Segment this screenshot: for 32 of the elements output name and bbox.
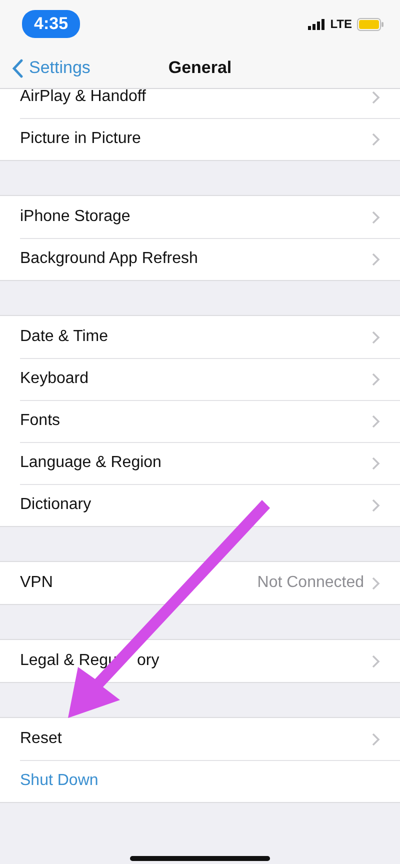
row-value: Not Connected: [257, 574, 364, 592]
chevron-icon: [372, 456, 380, 470]
settings-row[interactable]: Language & Region: [20, 454, 372, 472]
chevron-icon: [372, 576, 380, 590]
network-label: LTE: [330, 17, 352, 31]
chevron-icon: [372, 210, 380, 224]
chevron-icon: [372, 498, 380, 512]
settings-row[interactable]: Dictionary: [20, 496, 372, 514]
settings-row[interactable]: iPhone Storage: [20, 208, 372, 226]
chevron-icon: [372, 654, 380, 668]
chevron-icon: [372, 414, 380, 428]
settings-row[interactable]: Keyboard: [20, 370, 372, 388]
settings-row[interactable]: Picture in Picture: [20, 130, 372, 148]
chevron-icon: [372, 732, 380, 746]
battery-icon: [357, 18, 384, 30]
chevron-icon: [372, 132, 380, 146]
chevron-icon: [372, 252, 380, 266]
back-chevron-icon: [12, 58, 23, 78]
settings-row[interactable]: AirPlay & Handoff: [20, 89, 372, 106]
settings-row[interactable]: Date & Time: [20, 328, 372, 346]
settings-row[interactable]: Reset: [20, 730, 372, 748]
status-time: 4:35: [22, 10, 80, 38]
row-label-fragment: ory: [136, 652, 160, 670]
screen-title: General: [168, 58, 232, 78]
chevron-icon: [372, 90, 380, 104]
settings-row[interactable]: VPN: [20, 574, 258, 592]
chevron-icon: [372, 330, 380, 344]
home-indicator[interactable]: [130, 856, 270, 861]
chevron-icon: [372, 372, 380, 386]
settings-row[interactable]: Background App Refresh: [20, 250, 372, 268]
signal-icon: [308, 18, 326, 30]
settings-row[interactable]: Fonts: [20, 412, 372, 430]
